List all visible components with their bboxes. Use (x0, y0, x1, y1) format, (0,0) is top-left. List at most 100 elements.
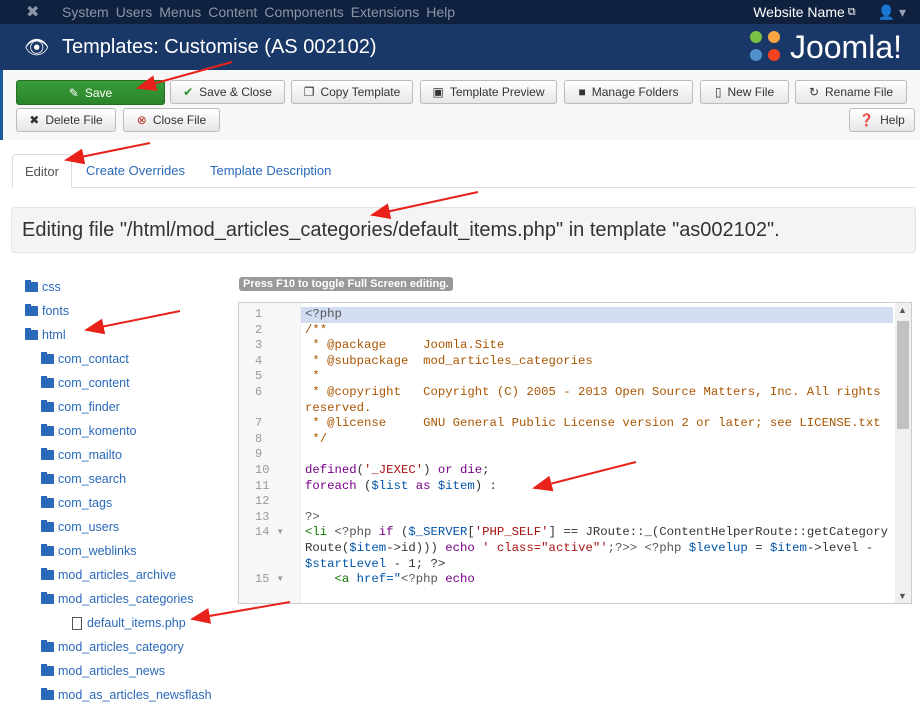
button-label: Save & Close (199, 85, 272, 99)
line-number: 2 (255, 322, 263, 337)
tree-label: mod_as_articles_newsflash (58, 688, 212, 702)
code-token: ?> (305, 509, 320, 524)
line-text (301, 494, 893, 510)
folder-item[interactable]: com_search (41, 469, 126, 489)
file-item[interactable]: default_items.php (72, 613, 186, 633)
scroll-up-icon[interactable]: ▲ (898, 305, 907, 315)
joomla-mark-icon (746, 27, 786, 67)
save-button[interactable]: ✎ Save (16, 80, 165, 105)
delete-file-button[interactable]: ✖ Delete File (16, 108, 116, 132)
x-icon: ✖ (29, 113, 40, 127)
line-number: 5 (255, 369, 263, 384)
code-line: 1 <?php (239, 307, 895, 323)
tab-create-overrides[interactable]: Create Overrides (74, 154, 197, 188)
line-number: 15 ▾ (255, 572, 284, 587)
code-token: $item (437, 478, 475, 493)
code-token: ->level - (806, 540, 881, 555)
picture-icon: ▣ (432, 85, 444, 99)
code-content[interactable]: 1 <?php 2/** 3 * @package Joomla.Site 4 * @s… (239, 307, 895, 588)
copy-template-button[interactable]: ❐ Copy Template (291, 80, 413, 104)
tree-label: mod_articles_categories (58, 592, 194, 606)
website-name-link[interactable]: Website Name (753, 4, 845, 20)
close-file-button[interactable]: ⊗ Close File (123, 108, 220, 132)
folder-item[interactable]: mod_articles_archive (41, 565, 176, 585)
code-token: href=" (356, 572, 401, 587)
folder-item[interactable]: com_komento (41, 421, 137, 441)
folder-item[interactable]: com_users (41, 517, 119, 537)
button-label: Template Preview (449, 85, 545, 99)
code-line: 5 * (239, 369, 895, 385)
code-token: defined (305, 462, 357, 477)
code-token: <li (305, 525, 328, 540)
folder-icon (25, 304, 38, 316)
refresh-icon: ↻ (808, 85, 820, 99)
menu-item-menus[interactable]: Menus (159, 4, 201, 20)
folder-item[interactable]: com_content (41, 373, 130, 393)
line-text: defined('_JEXEC') or die; (301, 463, 893, 479)
menu-item-help[interactable]: Help (426, 4, 455, 20)
code-token: '_JEXEC' (364, 462, 424, 477)
edit-icon: ✎ (68, 85, 79, 100)
code-token: - 1; ?> (386, 556, 446, 571)
line-text: * (301, 369, 893, 385)
folder-item[interactable]: mod_articles_categories (41, 589, 194, 609)
menu-item-content[interactable]: Content (208, 4, 257, 20)
line-number: 6 (255, 384, 263, 399)
editor-scrollbar[interactable]: ▲ ▼ (895, 303, 911, 603)
menu-item-extensions[interactable]: Extensions (351, 4, 419, 20)
folder-icon (25, 280, 38, 292)
folder-item[interactable]: com_finder (41, 397, 120, 417)
folder-item[interactable]: mod_articles_news (41, 661, 165, 681)
folder-item[interactable]: html (25, 325, 66, 345)
joomla-logo: Joomla! (746, 27, 902, 67)
folder-item[interactable]: css (25, 277, 61, 297)
joomla-small-icon[interactable]: ✖ (26, 2, 46, 22)
folder-item[interactable]: mod_articles_category (41, 637, 184, 657)
file-icon (72, 616, 82, 630)
new-file-button[interactable]: ▯ New File (700, 80, 789, 104)
help-button[interactable]: ❓ Help (849, 108, 915, 132)
menu-item-users[interactable]: Users (116, 4, 153, 20)
scroll-down-icon[interactable]: ▼ (898, 591, 907, 601)
code-editor[interactable]: 1 <?php 2/** 3 * @package Joomla.Site 4 * @s… (238, 302, 912, 604)
save-close-button[interactable]: ✔ Save & Close (170, 80, 285, 104)
tab-editor[interactable]: Editor (12, 154, 72, 188)
code-token: * @package Joomla.Site (305, 338, 505, 353)
code-line: 14 ▾ <li <?php if ($_SERVER['PHP_SELF'] =… (239, 525, 895, 572)
manage-folders-button[interactable]: ■ Manage Folders (564, 80, 693, 104)
user-icon[interactable]: 👤 ▾ (878, 4, 906, 21)
code-token: ;?>> <?php (607, 540, 689, 555)
code-token: $_SERVER (408, 525, 468, 540)
menu-item-system[interactable]: System (62, 4, 109, 20)
line-text: * @copyright Copyright (C) 2005 - 2013 O… (301, 385, 893, 416)
code-token: * @copyright Copyright (C) 2005 - 2013 O… (305, 384, 888, 415)
folder-item[interactable]: fonts (25, 301, 69, 321)
line-number: 7 (255, 416, 263, 431)
code-token: */ (305, 431, 328, 446)
code-line: 9 (239, 447, 895, 463)
code-token: ; (482, 462, 490, 477)
folder-icon (41, 352, 54, 364)
code-token: echo (445, 572, 475, 587)
folder-item[interactable]: mod_as_articles_newsflash (41, 685, 212, 705)
rename-file-button[interactable]: ↻ Rename File (795, 80, 907, 104)
folder-item[interactable]: com_tags (41, 493, 112, 513)
code-line: 3 * @package Joomla.Site (239, 338, 895, 354)
folder-item[interactable]: com_weblinks (41, 541, 137, 561)
scrollbar-thumb[interactable] (897, 321, 909, 429)
template-preview-button[interactable]: ▣ Template Preview (420, 80, 557, 104)
folder-icon: ■ (578, 85, 586, 99)
tree-label: mod_articles_category (58, 640, 184, 654)
line-text (301, 447, 893, 463)
code-line: 8 */ (239, 432, 895, 448)
folder-item[interactable]: com_contact (41, 349, 129, 369)
code-line: 7 * @license GNU General Public License … (239, 416, 895, 432)
tree-label: default_items.php (87, 616, 186, 630)
editing-file-banner: Editing file "/html/mod_articles_categor… (11, 207, 916, 253)
code-line: 15 ▾ <a href="<?php echo (239, 572, 895, 588)
folder-item[interactable]: com_mailto (41, 445, 122, 465)
tab-template-description[interactable]: Template Description (198, 154, 343, 188)
menu-item-components[interactable]: Components (264, 4, 343, 20)
code-token: ( (393, 525, 409, 540)
line-number: 8 (255, 431, 263, 446)
